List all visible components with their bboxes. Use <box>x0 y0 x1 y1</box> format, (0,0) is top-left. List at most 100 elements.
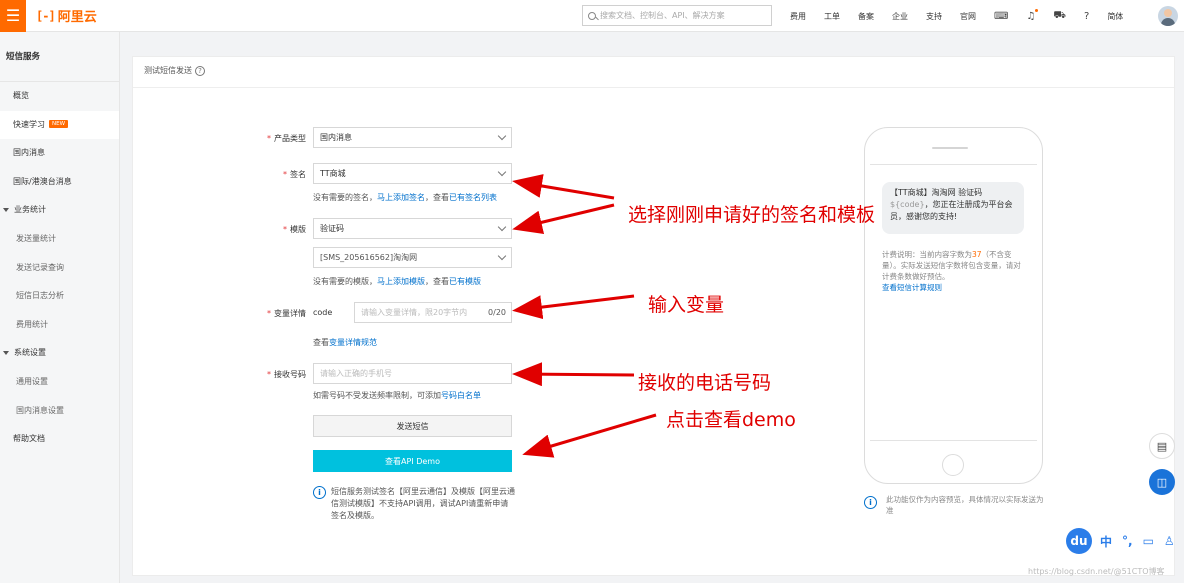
add-signature-link[interactable]: 马上添加签名 <box>377 193 425 202</box>
logo-mark: [-] <box>36 8 56 23</box>
signature-hint: 没有需要的签名，马上添加签名，查看已有签名列表 <box>313 193 497 202</box>
sidebar-item-label: 国内消息 <box>13 148 45 158</box>
sidebar-item-help-docs[interactable]: 帮助文档 <box>0 425 119 454</box>
bell-icon[interactable]: ♫ <box>1026 8 1039 22</box>
template-hint: 没有需要的模版，马上添加模版，查看已有模版 <box>313 277 481 286</box>
logo-text: 阿里云 <box>57 10 97 25</box>
chevron-down-icon <box>497 251 507 261</box>
product-type-select[interactable]: 国内消息 <box>313 127 512 148</box>
info-icon: i <box>864 496 877 509</box>
apps-icon[interactable]: ◫ <box>1149 469 1175 495</box>
sidebar-item-label: 帮助文档 <box>13 434 45 444</box>
search-placeholder: 搜索文档、控制台、API、解决方案 <box>600 11 725 20</box>
signature-select[interactable]: TT商城 <box>313 163 512 184</box>
sms-preview-bubble: 【TT商城】淘淘网 验证码 ${code}，您正在注册成为平台会员，感谢您的支持… <box>882 182 1024 234</box>
sidebar-item-label: 短信日志分析 <box>16 291 64 301</box>
sidebar-item-domestic[interactable]: 国内消息 <box>0 139 119 168</box>
annotation-phone-number: 接收的电话号码 <box>638 372 772 394</box>
send-sms-button[interactable]: 发送短信 <box>313 415 512 437</box>
whitelist-link[interactable]: 号码白名单 <box>441 391 481 400</box>
view-api-demo-button[interactable]: 查看API Demo <box>313 450 512 472</box>
sidebar-item-label: 业务统计 <box>14 205 46 215</box>
ime-user-icon[interactable]: ♙ <box>1164 534 1175 548</box>
avatar[interactable] <box>1158 6 1178 26</box>
add-template-link[interactable]: 马上添加模版 <box>377 277 425 286</box>
question-icon[interactable]: ? <box>195 65 205 76</box>
top-nav: 费用 工单 备案 企业 支持 官网 ⌨ ♫ ⛟ ? 简体 <box>790 0 1141 32</box>
billing-note: 计费说明：当前内容字数为37（不含变量）。实际发送短信字数将包含变量，请对计费条… <box>882 250 1021 292</box>
sidebar-item-quick-learn[interactable]: 快速学习 NEW <box>0 110 119 140</box>
sidebar-item-label: 国内消息设置 <box>16 405 64 415</box>
sidebar-item-label: 发送量统计 <box>16 233 56 243</box>
sidebar: 短信服务 概览 快速学习 NEW 国内消息 国际/港澳台消息 业务统计 发送量统计… <box>0 32 120 583</box>
variable-spec-link[interactable]: 变量详情规范 <box>329 338 377 347</box>
sidebar-title: 短信服务 <box>0 32 119 82</box>
variable-input[interactable]: 请输入变量详情，限20字节内 0/20 <box>354 302 512 323</box>
sidebar-item-label: 系统设置 <box>14 348 46 358</box>
sidebar-item-cost-stats[interactable]: 费用统计 <box>0 311 119 340</box>
nav-ticket[interactable]: 工单 <box>824 11 840 22</box>
test-notice: 短信服务测试签名【阿里云通信】及模版【阿里云通信测试模版】不支持API调用，调试… <box>331 487 515 520</box>
template-code-value: [SMS_205616562]淘淘网 <box>320 253 418 262</box>
hamburger-icon[interactable]: ☰ <box>0 0 26 32</box>
annotation-click-demo: 点击查看demo <box>666 409 796 431</box>
caret-down-icon <box>3 350 9 355</box>
product-type-value: 国内消息 <box>320 133 352 142</box>
phone-hint: 如需号码不受发送频率限制，可添加号码白名单 <box>313 391 481 400</box>
variable-name: code <box>313 308 333 317</box>
sidebar-item-label: 通用设置 <box>16 376 48 386</box>
template-code-select[interactable]: [SMS_205616562]淘淘网 <box>313 247 512 268</box>
new-badge: NEW <box>49 120 69 129</box>
language-switch[interactable]: 简体 <box>1107 11 1123 22</box>
ime-punct-icon[interactable]: °, <box>1122 534 1133 548</box>
template-label: * 模版 <box>283 225 306 234</box>
product-type-label: * 产品类型 <box>267 134 306 143</box>
phone-placeholder: 请输入正确的手机号 <box>320 369 392 378</box>
sidebar-item-log-analysis[interactable]: 短信日志分析 <box>0 282 119 311</box>
sidebar-nav: 概览 快速学习 NEW 国内消息 国际/港澳台消息 业务统计 发送量统计 发送记录… <box>0 82 119 454</box>
aliyun-logo[interactable]: [-] 阿里云 <box>36 6 97 26</box>
search-input[interactable]: 搜索文档、控制台、API、解决方案 <box>582 5 772 26</box>
billing-rule-link[interactable]: 查看短信计算规则 <box>882 283 942 292</box>
variable-hint: 查看变量详情规范 <box>313 338 377 347</box>
nav-enterprise[interactable]: 企业 <box>892 11 908 22</box>
sidebar-item-overview[interactable]: 概览 <box>0 82 119 111</box>
chat-icon[interactable]: ▤ <box>1149 433 1175 459</box>
sidebar-item-label: 快速学习 <box>13 119 45 129</box>
sidebar-group-settings[interactable]: 系统设置 <box>0 339 119 368</box>
signature-list-link[interactable]: 已有签名列表 <box>449 193 497 202</box>
nav-official-site[interactable]: 官网 <box>960 11 976 22</box>
ime-keyboard-icon[interactable]: ▭ <box>1143 534 1154 548</box>
nav-fees[interactable]: 费用 <box>790 11 806 22</box>
sidebar-item-label: 国际/港澳台消息 <box>13 176 72 186</box>
sidebar-item-send-volume[interactable]: 发送量统计 <box>0 225 119 254</box>
cart-icon[interactable]: ⛟ <box>1053 10 1066 23</box>
variable-placeholder: 请输入变量详情，限20字节内 <box>361 308 468 317</box>
nav-filing[interactable]: 备案 <box>858 11 874 22</box>
sidebar-item-label: 概览 <box>13 91 29 100</box>
phone-preview <box>864 127 1043 484</box>
signature-label: * 签名 <box>283 170 306 179</box>
sidebar-item-label: 费用统计 <box>16 319 48 329</box>
terminal-icon[interactable]: ⌨ <box>994 11 1008 22</box>
info-icon: i <box>313 486 326 499</box>
template-list-link[interactable]: 已有模版 <box>449 277 481 286</box>
panel-title-text: 测试短信发送 <box>144 66 192 75</box>
template-value: 验证码 <box>320 224 344 233</box>
variable-char-count: 0/20 <box>488 308 506 317</box>
sidebar-item-domestic-settings[interactable]: 国内消息设置 <box>0 397 119 426</box>
sidebar-group-stats[interactable]: 业务统计 <box>0 196 119 225</box>
sidebar-item-international[interactable]: 国际/港澳台消息 <box>0 168 119 197</box>
ime-lang[interactable]: 中 <box>1100 533 1112 550</box>
nav-support[interactable]: 支持 <box>926 11 942 22</box>
help-icon[interactable]: ? <box>1084 11 1089 22</box>
variable-label: * 变量详情 <box>267 309 306 318</box>
ime-logo[interactable]: du <box>1066 528 1092 554</box>
ime-toolbar: du 中 °, ▭ ♙ ▦ <box>1066 528 1184 554</box>
phone-speaker <box>932 147 968 149</box>
phone-input[interactable]: 请输入正确的手机号 <box>313 363 512 384</box>
sidebar-item-send-records[interactable]: 发送记录查询 <box>0 254 119 283</box>
sidebar-item-general-settings[interactable]: 通用设置 <box>0 368 119 397</box>
notification-dot <box>1035 8 1039 12</box>
template-select[interactable]: 验证码 <box>313 218 512 239</box>
